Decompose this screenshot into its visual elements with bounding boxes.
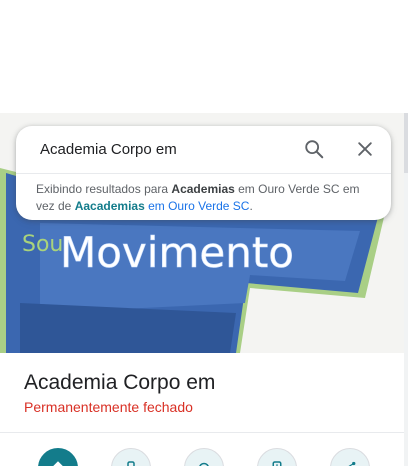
search-input[interactable] xyxy=(40,136,300,162)
blank-header-area xyxy=(0,0,408,113)
nearby-button[interactable] xyxy=(184,448,224,466)
directions-button[interactable] xyxy=(38,448,78,466)
share-button[interactable] xyxy=(330,448,370,466)
scrollbar-thumb[interactable] xyxy=(404,113,408,173)
phone-icon xyxy=(127,461,135,466)
share-icon xyxy=(348,461,356,466)
nearby-icon xyxy=(199,462,209,466)
divider xyxy=(0,432,404,433)
notice-prefix: Exibindo resultados para xyxy=(36,182,172,196)
close-button[interactable] xyxy=(351,135,379,163)
send-to-phone-icon xyxy=(272,461,282,466)
search-instead-link[interactable]: Aacademias em Ouro Verde SC xyxy=(75,199,250,213)
send-to-phone-button[interactable] xyxy=(257,448,297,466)
search-button[interactable] xyxy=(300,135,328,163)
notice-location-2: em Ouro Verde SC xyxy=(144,199,250,213)
notice-corrected-term: Academias xyxy=(171,182,235,196)
search-card-divider xyxy=(16,173,391,174)
close-icon xyxy=(358,142,372,156)
spelling-notice: Exibindo resultados para Academias em Ou… xyxy=(36,181,381,215)
place-status: Permanentemente fechado xyxy=(24,399,193,415)
logo-partial-text: Sou xyxy=(22,232,63,257)
place-name: Academia Corpo em xyxy=(24,371,216,394)
notice-suffix: . xyxy=(249,199,253,213)
notice-original-term: Aacademias xyxy=(74,199,145,213)
call-button[interactable] xyxy=(111,448,151,466)
logo-text: Movimento xyxy=(60,228,294,277)
search-box: Exibindo resultados para Academias em Ou… xyxy=(16,126,391,220)
directions-icon xyxy=(53,461,63,466)
search-icon xyxy=(305,140,324,159)
